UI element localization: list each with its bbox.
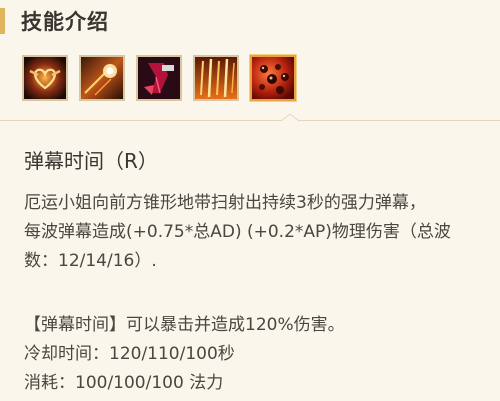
section-header: 技能介绍 xyxy=(0,0,500,44)
header-accent-bar xyxy=(0,8,5,34)
passive-heart-icon[interactable] xyxy=(22,55,68,101)
description-line: 厄运小姐向前方锥形地带扫射出持续3秒的强力弹幕， xyxy=(24,193,426,213)
double-up-icon[interactable] xyxy=(79,55,125,101)
cooldown-text: 冷却时间：120/110/100秒 xyxy=(24,344,235,364)
skill-panel: 技能介绍 弹幕时间（R） 厄运小姐向前方锥形地带扫射出持续3秒的强力弹幕， 每波… xyxy=(0,0,500,401)
strut-icon[interactable] xyxy=(136,55,182,101)
skill-description: 厄运小姐向前方锥形地带扫射出持续3秒的强力弹幕， 每波弹幕造成(+0.75*总A… xyxy=(24,189,484,276)
skill-effect-text: 【弹幕时间】可以暴击并造成120%伤害。 xyxy=(24,315,345,335)
bullet-time-icon[interactable] xyxy=(250,55,296,101)
description-line: 每波弹幕造成(+0.75*总AD) (+0.2*AP)物理伤害（总波 xyxy=(24,222,451,242)
skill-stats: 【弹幕时间】可以暴击并造成120%伤害。 冷却时间：120/110/100秒 消… xyxy=(24,311,484,398)
skill-name: 弹幕时间（R） xyxy=(24,149,158,173)
section-title: 技能介绍 xyxy=(21,10,109,34)
make-it-rain-icon[interactable] xyxy=(193,55,239,101)
icon-row-divider xyxy=(0,120,500,121)
description-line: 数：12/14/16）. xyxy=(24,251,157,271)
cost-text: 消耗：100/100/100 法力 xyxy=(24,373,224,393)
skill-icon-row xyxy=(22,55,296,103)
